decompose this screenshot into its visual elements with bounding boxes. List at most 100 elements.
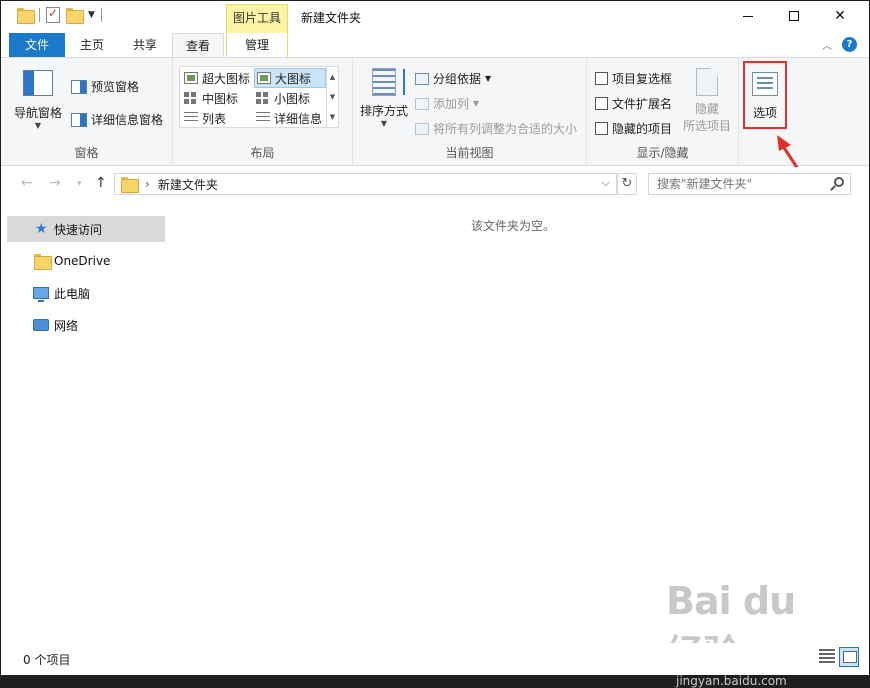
checkbox[interactable]	[595, 97, 608, 110]
close-button[interactable]: ✕	[817, 1, 863, 31]
layout-item-label: 中图标	[202, 91, 239, 106]
navigation-pane: ★ 快速访问 OneDrive 此电脑 网络	[1, 201, 165, 643]
details-view-icon[interactable]	[819, 649, 835, 665]
ribbon: 导航窗格 ▼ 预览窗格 详细信息窗格 窗格 超大图标 大图标 中图标 小图标 列…	[1, 57, 869, 166]
layout-item-label: 大图标	[275, 71, 312, 86]
more-icon[interactable]: ▼	[327, 107, 338, 127]
address-path[interactable]: 新建文件夹	[158, 176, 218, 193]
size-columns-icon	[415, 122, 429, 135]
sort-by-label: 排序方式	[359, 104, 408, 118]
navigation-pane-button[interactable]: 导航窗格 ▼	[11, 70, 65, 130]
options-highlight-box	[743, 61, 787, 129]
toolbar-separator	[100, 8, 102, 22]
hidden-items-toggle[interactable]: 隐藏的项目	[595, 120, 672, 137]
details-pane-label: 详细信息窗格	[91, 113, 164, 127]
baidu-watermark: Bai du 经验 jingyan.baidu.com	[666, 579, 826, 688]
search-input[interactable]	[657, 177, 827, 191]
add-column-button[interactable]: 添加列 ▼	[415, 95, 479, 112]
layout-item-label: 小图标	[274, 91, 311, 106]
small-icons-icon	[256, 92, 270, 104]
item-checkboxes-label: 项目复选框	[612, 72, 673, 86]
search-box[interactable]	[648, 173, 851, 195]
dropdown-arrow-icon: ▼	[380, 119, 388, 128]
customize-toolbar-dropdown-icon[interactable]: ▼	[88, 10, 95, 20]
collapse-ribbon-icon[interactable]: ︿	[822, 37, 832, 52]
maximize-icon	[789, 11, 799, 21]
tab-file[interactable]: 文件	[9, 33, 65, 57]
details-pane-button[interactable]: 详细信息窗格	[71, 111, 163, 128]
preview-pane-icon	[71, 79, 87, 94]
group-label-current-view: 当前视图	[445, 146, 494, 160]
group-label-show-hide: 显示/隐藏	[636, 146, 689, 160]
layout-item-label: 详细信息	[274, 111, 323, 126]
item-count: 0 个项目	[23, 653, 71, 667]
help-icon[interactable]: ?	[842, 37, 857, 52]
file-extensions-toggle[interactable]: 文件扩展名	[595, 95, 672, 112]
size-all-columns-button[interactable]: 将所有列调整为合适的大小	[415, 120, 577, 137]
layout-large-icons[interactable]: 大图标	[254, 68, 326, 88]
layout-medium-icons[interactable]: 中图标	[182, 88, 254, 108]
empty-folder-message: 该文件夹为空。	[470, 219, 555, 233]
sort-by-button[interactable]: 排序方式 ▼	[357, 68, 411, 128]
group-label-pane: 窗格	[74, 146, 99, 160]
ribbon-tabs: 文件 主页 共享 查看 管理 ︿ ?	[1, 33, 869, 58]
tab-manage[interactable]: 管理	[226, 33, 288, 57]
layout-small-icons[interactable]: 小图标	[254, 88, 326, 108]
new-folder-icon[interactable]	[66, 8, 84, 24]
search-icon[interactable]	[834, 177, 844, 187]
details-icon	[256, 112, 270, 124]
layout-list[interactable]: 列表	[182, 108, 254, 128]
tab-home[interactable]: 主页	[65, 33, 119, 57]
layout-gallery: 超大图标 大图标 中图标 小图标 列表 详细信息 ▲ ▼ ▼	[179, 66, 339, 128]
maximize-button[interactable]	[771, 1, 817, 31]
recent-locations-icon[interactable]: ▾	[77, 179, 82, 189]
address-bar[interactable]: › 新建文件夹 ⌵	[114, 173, 617, 195]
tab-share[interactable]: 共享	[119, 33, 171, 57]
show-hide-group: 项目复选框 文件扩展名 隐藏的项目 隐藏 所选项目 显示/隐藏	[587, 58, 739, 165]
navigation-pane-label: 导航窗格	[13, 106, 62, 120]
large-icons-view-icon[interactable]	[839, 647, 859, 667]
dropdown-arrow-icon: ▼	[473, 99, 480, 108]
hide-selected-icon	[696, 68, 718, 96]
scroll-down-icon[interactable]: ▼	[327, 87, 338, 107]
scroll-up-icon[interactable]: ▲	[327, 67, 338, 87]
dropdown-arrow-icon: ▼	[34, 121, 42, 130]
refresh-button[interactable]: ↻	[617, 173, 637, 195]
details-pane-icon	[71, 112, 87, 127]
up-arrow-icon[interactable]: ↑	[95, 175, 107, 191]
forward-arrow-icon[interactable]: →	[49, 175, 61, 191]
layout-extra-large-icons[interactable]: 超大图标	[182, 68, 254, 88]
chevron-down-icon[interactable]: ⌵	[602, 176, 610, 190]
hide-selected-items-button[interactable]: 隐藏 所选项目	[681, 68, 733, 134]
sidebar-item-network[interactable]: 网络	[7, 312, 165, 338]
layout-details[interactable]: 详细信息	[254, 108, 326, 128]
vertical-scrollbar[interactable]	[861, 201, 869, 643]
checkbox[interactable]	[595, 72, 608, 85]
folder-icon[interactable]	[17, 8, 35, 24]
folder-icon	[121, 177, 139, 193]
back-arrow-icon[interactable]: ←	[21, 175, 33, 191]
preview-pane-label: 预览窗格	[91, 80, 140, 94]
preview-pane-button[interactable]: 预览窗格	[71, 78, 139, 95]
sidebar-item-quick-access[interactable]: ★ 快速访问	[7, 216, 165, 242]
file-list-area[interactable]: 该文件夹为空。	[165, 201, 861, 643]
item-checkboxes-toggle[interactable]: 项目复选框	[595, 70, 672, 87]
sidebar-item-this-pc[interactable]: 此电脑	[7, 280, 165, 306]
sidebar-item-label: 快速访问	[54, 222, 103, 237]
checkbox[interactable]	[595, 122, 608, 135]
layout-item-label: 超大图标	[202, 71, 251, 86]
extra-large-icons-icon	[184, 72, 198, 84]
group-by-button[interactable]: 分组依据 ▼	[415, 70, 491, 87]
picture-tools-context-tab: 图片工具	[226, 4, 288, 33]
current-view-group: 排序方式 ▼ 分组依据 ▼ 添加列 ▼ 将所有列调整为合适的大小 当前视图	[353, 58, 587, 165]
hide-selected-label: 隐藏	[694, 102, 719, 116]
chevron-right-icon[interactable]: ›	[145, 177, 150, 191]
properties-icon[interactable]	[46, 6, 60, 23]
toolbar-separator	[39, 8, 40, 22]
sidebar-item-onedrive[interactable]: OneDrive	[7, 248, 165, 274]
folder-icon	[34, 254, 52, 270]
layout-gallery-scroll[interactable]: ▲ ▼ ▼	[326, 67, 338, 127]
sidebar-item-label: 网络	[54, 318, 79, 333]
tab-view[interactable]: 查看	[172, 33, 224, 58]
minimize-button[interactable]	[725, 1, 771, 31]
